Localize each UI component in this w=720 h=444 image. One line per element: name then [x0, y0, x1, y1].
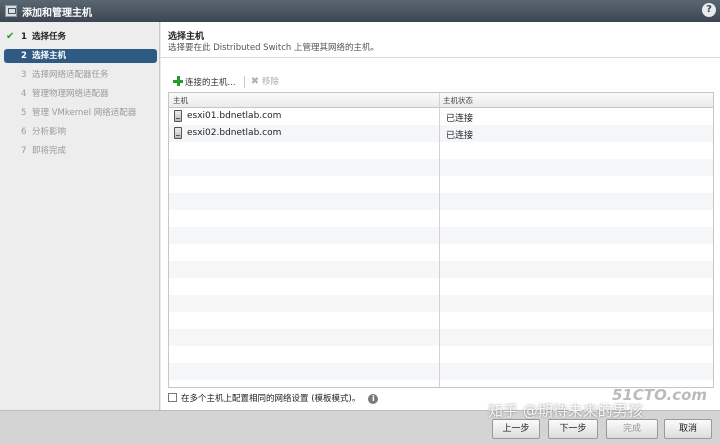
- empty-row: [169, 193, 713, 210]
- plus-icon: [173, 76, 183, 86]
- checkmark-icon: ✔: [6, 31, 15, 42]
- template-mode-option[interactable]: 在多个主机上配置相同的网络设置 (模板模式)。 i: [168, 392, 379, 404]
- column-header-host-status[interactable]: 主机状态: [443, 95, 473, 106]
- remove-button[interactable]: ✖ 移除: [250, 76, 279, 88]
- table-row[interactable]: esxi02.bdnetlab.com 已连接: [169, 125, 713, 142]
- help-icon[interactable]: ?: [702, 3, 716, 17]
- column-header-host[interactable]: 主机: [173, 95, 188, 106]
- back-button[interactable]: 上一步: [492, 419, 540, 439]
- empty-row: [169, 227, 713, 244]
- remove-icon: ✖: [250, 76, 260, 87]
- empty-row: [169, 142, 713, 159]
- empty-row: [169, 295, 713, 312]
- empty-row: [169, 244, 713, 261]
- empty-row: [169, 176, 713, 193]
- info-icon[interactable]: i: [368, 394, 379, 404]
- step-select-task[interactable]: ✔ 1 选择任务: [4, 30, 157, 44]
- server-icon: [174, 127, 182, 139]
- cancel-button[interactable]: 取消: [664, 419, 712, 439]
- step-select-hosts[interactable]: 2 选择主机: [4, 49, 157, 63]
- button-bar: 上一步 下一步 完成 取消: [0, 410, 720, 444]
- toolbar-separator: [244, 76, 245, 88]
- wizard-steps: ✔ 1 选择任务 2 选择主机 3 选择网络适配器任务 4 管理物理网络适配器 …: [0, 22, 160, 410]
- finish-button[interactable]: 完成: [606, 419, 658, 439]
- page-subtitle: 选择要在此 Distributed Switch 上管理其网络的主机。: [168, 43, 379, 53]
- empty-row: [169, 363, 713, 380]
- step-analyze-impact: 6 分析影响: [21, 127, 67, 137]
- content-pane: 选择主机 选择要在此 Distributed Switch 上管理其网络的主机。…: [161, 22, 720, 410]
- step-manage-vmkernel-adapters: 5 管理 VMkernel 网络适配器: [21, 108, 137, 118]
- step-manage-physical-adapters: 4 管理物理网络适配器: [21, 89, 109, 99]
- template-mode-label: 在多个主机上配置相同的网络设置 (模板模式)。: [181, 394, 361, 404]
- empty-row: [169, 278, 713, 295]
- server-icon: [174, 110, 182, 122]
- header-divider: [161, 57, 720, 58]
- table-row[interactable]: esxi01.bdnetlab.com 已连接: [169, 108, 713, 125]
- title-bar: 添加和管理主机 ?: [0, 0, 720, 22]
- hosts-table: 主机 主机状态 esxi01.bdnetlab.com 已连接 esxi02.b…: [168, 92, 714, 388]
- connected-hosts-button[interactable]: 连接的主机...: [173, 76, 236, 88]
- step-select-adapter-tasks: 3 选择网络适配器任务: [21, 70, 109, 80]
- empty-row: [169, 312, 713, 329]
- step-ready-to-complete: 7 即将完成: [21, 146, 67, 156]
- empty-row: [169, 329, 713, 346]
- empty-row: [169, 159, 713, 176]
- template-mode-checkbox[interactable]: [168, 393, 177, 402]
- empty-row: [169, 261, 713, 278]
- column-divider: [439, 93, 440, 387]
- empty-row: [169, 346, 713, 363]
- empty-row: [169, 210, 713, 227]
- next-button[interactable]: 下一步: [548, 419, 598, 439]
- wizard-icon: [5, 5, 17, 17]
- table-header: 主机 主机状态: [169, 93, 713, 108]
- window-title: 添加和管理主机: [22, 8, 92, 19]
